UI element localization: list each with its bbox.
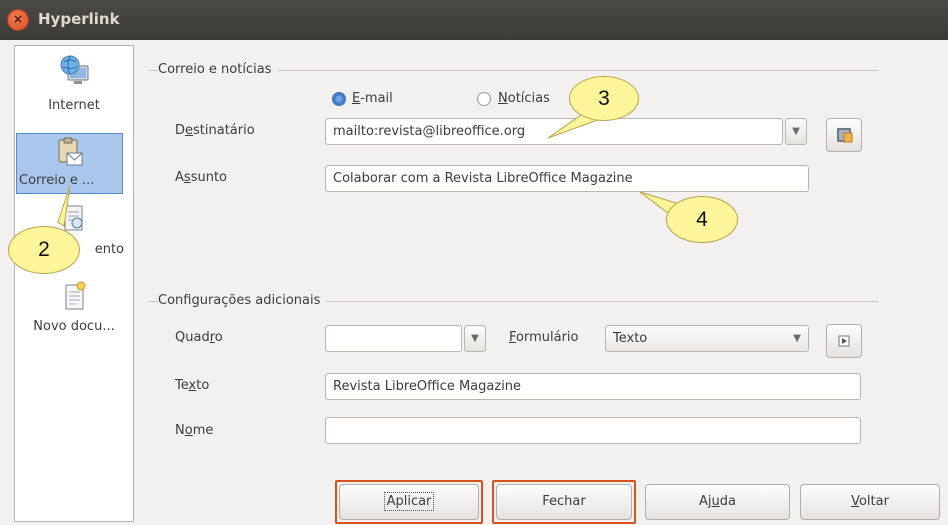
globe-icon xyxy=(60,55,89,84)
text-label: Texto xyxy=(175,378,210,393)
frame-combobox[interactable] xyxy=(325,325,462,352)
callout-2: 2 xyxy=(8,226,80,274)
close-window-button[interactable]: × xyxy=(7,9,29,31)
title-bar: × Hyperlink xyxy=(0,0,948,40)
mail-clipboard-icon xyxy=(58,137,82,166)
extra-section-title: Configurações adicionais xyxy=(158,293,327,308)
name-label: Nome xyxy=(175,423,214,438)
close-highlight-frame xyxy=(492,480,636,524)
close-icon: × xyxy=(12,12,24,26)
sidebar-item-label: Internet xyxy=(48,98,100,113)
chevron-down-icon[interactable]: ▼ xyxy=(464,325,486,352)
hyperlink-dialog: Internet Correio e ... ento Novo docu...… xyxy=(0,40,948,525)
chevron-down-icon[interactable]: ▼ xyxy=(785,118,807,145)
back-button[interactable]: Voltar xyxy=(800,484,940,520)
form-label: Formulário xyxy=(509,330,579,345)
recipient-label: Destinatário xyxy=(175,123,255,138)
subject-label: Assunto xyxy=(175,170,227,185)
email-radio-label: E-mail xyxy=(352,91,393,106)
callout-4: 4 xyxy=(666,196,738,243)
news-radio[interactable] xyxy=(477,92,491,106)
frame-label: Quadro xyxy=(175,330,223,345)
events-icon xyxy=(838,335,850,347)
mail-section-title: Correio e notícias xyxy=(158,62,278,77)
news-radio-label: Notícias xyxy=(498,91,550,106)
name-input[interactable] xyxy=(325,417,861,444)
form-select[interactable]: Texto ▼ xyxy=(605,325,809,352)
chevron-down-icon: ▼ xyxy=(793,333,801,344)
hyperlink-type-sidebar: Internet Correio e ... ento Novo docu... xyxy=(14,45,134,522)
events-button[interactable] xyxy=(826,324,862,358)
help-button[interactable]: Ajuda xyxy=(645,484,790,520)
recipient-combobox[interactable]: mailto:revista@libreoffice.org xyxy=(325,118,783,145)
email-radio[interactable] xyxy=(332,92,346,106)
sidebar-item-internet[interactable]: Internet xyxy=(15,54,133,113)
sidebar-item-mail[interactable]: Correio e ... xyxy=(16,133,123,194)
apply-highlight-frame xyxy=(335,480,483,524)
subject-input[interactable]: Colaborar com a Revista LibreOffice Maga… xyxy=(325,165,809,192)
sidebar-item-new-document[interactable]: Novo docu... xyxy=(15,281,133,334)
data-source-button[interactable] xyxy=(826,118,862,152)
text-input[interactable]: Revista LibreOffice Magazine xyxy=(325,373,861,400)
window-title: Hyperlink xyxy=(38,10,120,28)
sidebar-item-label: Correio e ... xyxy=(19,173,95,188)
address-book-icon xyxy=(837,128,853,143)
sidebar-item-label: Novo docu... xyxy=(33,319,115,334)
callout-3: 3 xyxy=(569,76,639,121)
new-document-icon xyxy=(65,281,86,310)
